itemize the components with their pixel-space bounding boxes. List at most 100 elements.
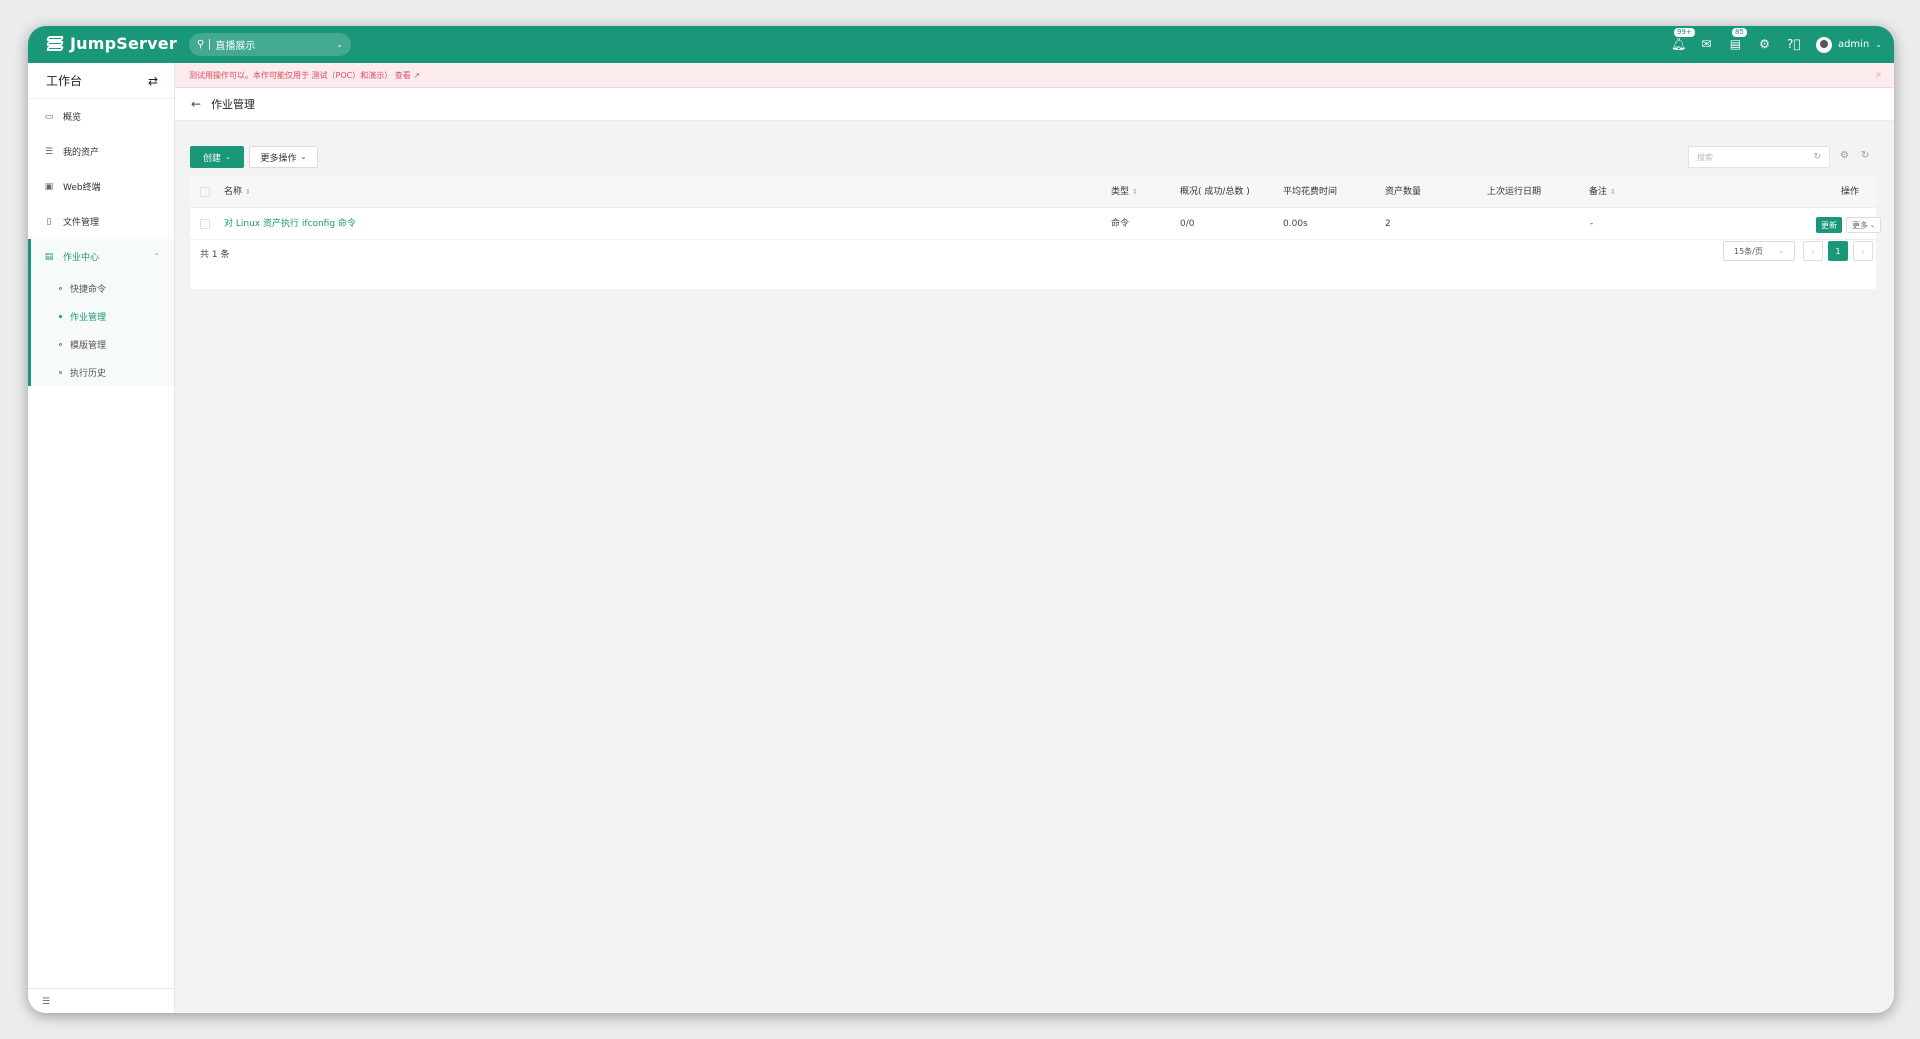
sidebar-item-label: Web终端	[63, 183, 101, 193]
sidebar-subitem-template-management[interactable]: 模版管理	[31, 330, 174, 358]
dashboard-icon: ▭	[44, 111, 54, 122]
screen-background: JumpServer ⚲ 直播展示 ⌄ 🔔︎ 99+ ✉︎ ▤ 85 ⚙︎ ?⃝	[0, 0, 1920, 1039]
sidebar-item-file-manager[interactable]: ▯ 文件管理	[28, 204, 174, 239]
page-header: ← 作业管理	[175, 88, 1894, 121]
back-arrow-icon[interactable]: ←	[191, 97, 201, 111]
sidebar-subitem-label: 执行历史	[70, 368, 107, 379]
sidebar: 工作台 ⇄ ▭ 概览 ☰ 我的资产 ▣ Web终端 ▯ 文件管理 ▤ 作业中心 …	[28, 63, 175, 1013]
chevron-down-icon: ⌄	[336, 40, 343, 49]
sidebar-subitem-label: 作业管理	[70, 312, 107, 323]
notice-text: 测试用操作可以。本作可能仅用于 测试（POC）和演示） 查看 ↗	[189, 70, 421, 80]
more-actions-label: 更多操作	[260, 153, 297, 164]
column-header-summary: 概况( 成功/总数 )	[1180, 187, 1250, 197]
refresh-search-icon[interactable]: ↻	[1813, 152, 1821, 162]
column-header-assets: 资产数量	[1385, 187, 1422, 197]
switch-view-icon[interactable]: ⇄	[148, 74, 158, 88]
column-label: 备注	[1589, 187, 1608, 197]
sidebar-subitem-label: 模版管理	[70, 340, 107, 351]
help-icon[interactable]: ?⃝	[1787, 38, 1801, 51]
column-header-comment[interactable]: 备注 ⇕	[1589, 177, 1616, 208]
refresh-icon[interactable]: ↻	[1861, 150, 1869, 161]
update-button[interactable]: 更新	[1816, 217, 1842, 233]
prev-page-button[interactable]: ‹	[1803, 241, 1823, 261]
sidebar-item-my-assets[interactable]: ☰ 我的资产	[28, 134, 174, 169]
table-header: 名称 ⇕ 类型 ⇕ 概况( 成功/总数 ) 平均花费时间 资产数量 上次运行日期 备…	[190, 177, 1876, 208]
bullet-icon	[59, 286, 62, 290]
job-summary: 0/0	[1180, 219, 1195, 229]
chevron-down-icon: ⌄	[225, 153, 231, 161]
sidebar-subitem-label: 快捷命令	[70, 284, 107, 295]
sidebar-subitem-job-management[interactable]: 作业管理	[31, 302, 174, 330]
settings-icon[interactable]: ⚙︎	[1758, 38, 1771, 51]
job-name-link[interactable]: 对 Linux 资产执行 ifconfig 命令	[224, 209, 356, 240]
page-size-value: 15条/页	[1734, 246, 1763, 256]
chevron-down-icon: ⌄	[300, 153, 307, 161]
sidebar-item-label: 概览	[63, 113, 82, 123]
username: admin	[1837, 39, 1870, 50]
sidebar-group-job-center: ▤ 作业中心 ⌃ 快捷命令 作业管理 模版管理 执行历史	[28, 239, 174, 386]
org-selector[interactable]: ⚲ 直播展示 ⌄	[189, 33, 351, 56]
chevron-down-icon: ⌄	[1869, 221, 1876, 229]
top-navbar: JumpServer ⚲ 直播展示 ⌄ 🔔︎ 99+ ✉︎ ▤ 85 ⚙︎ ?⃝	[28, 26, 1894, 63]
job-comment: -	[1590, 219, 1594, 229]
sidebar-subitem-execution-history[interactable]: 执行历史	[31, 358, 174, 386]
sidebar-subitem-quick-command[interactable]: 快捷命令	[31, 274, 174, 302]
job-asset-count: 2	[1385, 219, 1391, 229]
chevron-down-icon: ⌄	[1778, 247, 1784, 255]
more-actions-button[interactable]: 更多操作 ⌄	[249, 146, 318, 168]
browser-window: JumpServer ⚲ 直播展示 ⌄ 🔔︎ 99+ ✉︎ ▤ 85 ⚙︎ ?⃝	[28, 26, 1894, 1013]
sidebar-item-label: 作业中心	[63, 253, 100, 263]
sidebar-item-job-center[interactable]: ▤ 作业中心 ⌃	[31, 239, 174, 274]
row-more-button[interactable]: 更多 ⌄	[1846, 217, 1881, 233]
page-number-button[interactable]: 1	[1828, 241, 1848, 261]
column-settings-icon[interactable]: ⚙︎	[1840, 150, 1849, 161]
chevron-down-icon: ⌄	[1875, 40, 1882, 49]
org-divider	[209, 39, 211, 50]
sort-icon: ⇕	[245, 188, 251, 196]
search-placeholder: 搜索	[1697, 152, 1713, 162]
search-input[interactable]: 搜索 ↻	[1688, 146, 1830, 168]
notifications-badge: 99+	[1672, 27, 1696, 38]
column-label: 类型	[1111, 187, 1130, 197]
row-more-label: 更多	[1851, 220, 1868, 230]
page-size-select[interactable]: 15条/页 ⌄	[1723, 241, 1795, 261]
sidebar-item-label: 文件管理	[63, 218, 100, 228]
column-header-name[interactable]: 名称 ⇕	[224, 177, 251, 208]
file-icon: ▯	[46, 216, 52, 227]
sort-icon: ⇕	[1132, 188, 1138, 196]
create-button-label: 创建	[203, 153, 222, 164]
job-avg-time: 0.00s	[1283, 219, 1308, 229]
avatar	[1815, 36, 1832, 53]
column-header-avg-time: 平均花费时间	[1283, 187, 1338, 197]
user-menu[interactable]: admin ⌄	[1815, 36, 1882, 53]
sidebar-item-label: 我的资产	[63, 148, 100, 158]
page-title: 作业管理	[211, 98, 256, 111]
column-label: 名称	[224, 187, 243, 197]
jumpserver-logo-icon	[46, 35, 64, 53]
select-all-checkbox[interactable]	[200, 187, 210, 197]
assets-icon: ☰	[44, 146, 54, 157]
chevron-up-icon: ⌃	[153, 252, 160, 261]
bullet-icon	[59, 342, 62, 346]
create-button[interactable]: 创建 ⌄	[190, 146, 244, 168]
sidebar-item-web-terminal[interactable]: ▣ Web终端	[28, 169, 174, 204]
message-icon[interactable]: ✉︎	[1700, 38, 1713, 51]
column-header-type[interactable]: 类型 ⇕	[1111, 177, 1138, 208]
ticket-icon[interactable]: ▤ 85	[1729, 27, 1748, 51]
row-checkbox[interactable]	[200, 219, 210, 229]
header-actions: 🔔︎ 99+ ✉︎ ▤ 85 ⚙︎ ?⃝ admin ⌄	[1671, 26, 1882, 63]
sidebar-divider	[28, 988, 175, 989]
close-icon[interactable]: ×	[1875, 70, 1882, 79]
collapse-sidebar-icon[interactable]: ☰	[42, 997, 50, 1007]
sidebar-item-overview[interactable]: ▭ 概览	[28, 99, 174, 134]
tickets-badge: 85	[1730, 27, 1748, 38]
next-page-button[interactable]: ›	[1853, 241, 1873, 261]
bullet-icon	[59, 314, 62, 318]
column-header-last-run: 上次运行日期	[1487, 187, 1542, 197]
job-type: 命令	[1111, 219, 1130, 229]
logo-text: JumpServer	[70, 34, 177, 53]
bell-icon[interactable]: 🔔︎ 99+	[1671, 27, 1696, 51]
notice-banner: 测试用操作可以。本作可能仅用于 测试（POC）和演示） 查看 ↗ ×	[175, 63, 1894, 88]
job-center-icon: ▤	[44, 251, 54, 262]
logo[interactable]: JumpServer	[46, 34, 177, 53]
